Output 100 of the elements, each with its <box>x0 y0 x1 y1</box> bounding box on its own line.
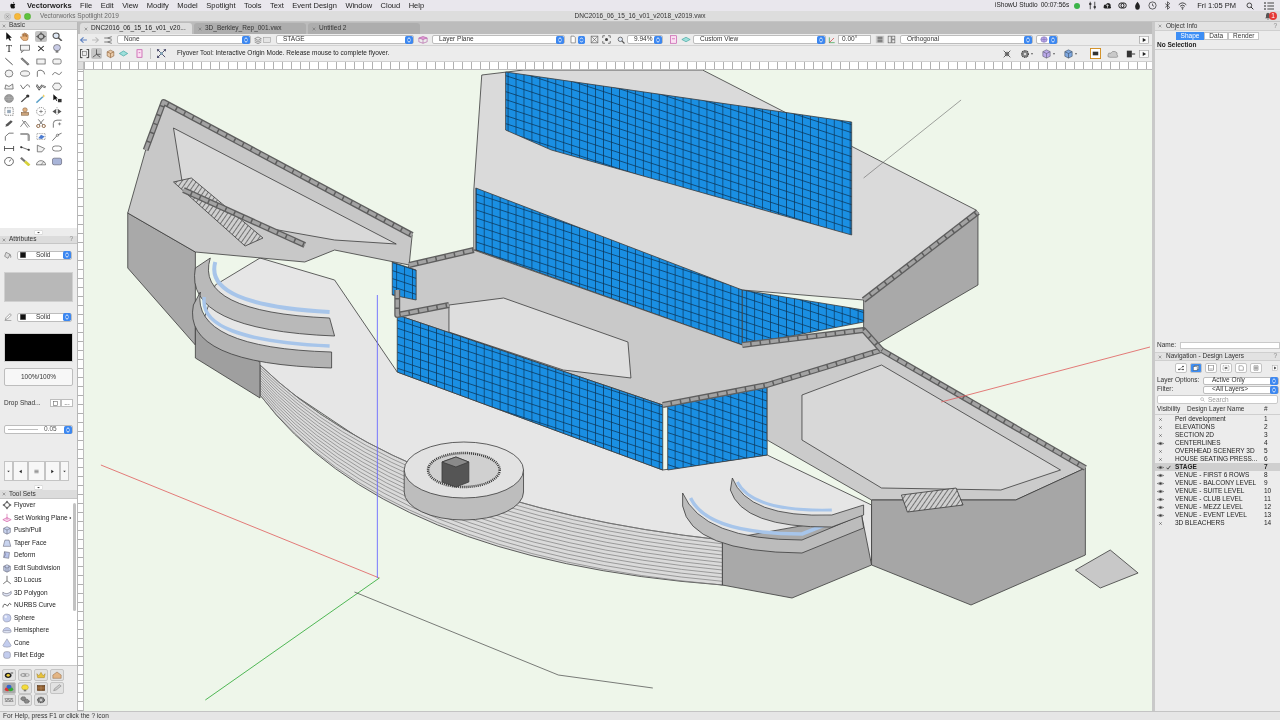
dropdown-caret-icon[interactable] <box>578 35 585 44</box>
framed-square-icon[interactable] <box>1090 48 1101 59</box>
pointer-arrow-icon[interactable] <box>3 30 15 42</box>
callout-icon[interactable] <box>19 43 31 55</box>
fillet-corner-icon[interactable] <box>51 118 63 130</box>
render-mode-dropdown[interactable] <box>1036 35 1058 44</box>
x-mark-icon[interactable] <box>1158 520 1163 526</box>
lightbulb-icon[interactable] <box>51 43 63 55</box>
cloud-icon[interactable] <box>1107 48 1119 59</box>
chamfer-corner-icon[interactable] <box>3 130 15 142</box>
crossed-arrows-icon[interactable] <box>156 48 167 59</box>
x-mark-icon[interactable] <box>1158 416 1163 422</box>
pointer-with-square-icon[interactable] <box>51 93 63 105</box>
collapse-handle-icon[interactable] <box>34 484 43 490</box>
cube-icon[interactable] <box>1063 48 1074 59</box>
joint-corner-icon[interactable] <box>19 130 31 142</box>
class-tree-icon[interactable] <box>103 35 113 44</box>
back-arrow-icon[interactable] <box>79 35 88 44</box>
check-icon[interactable] <box>1166 464 1171 470</box>
lined-square-icon[interactable] <box>875 35 885 44</box>
eye-icon[interactable] <box>1157 464 1164 470</box>
cloud-upload-icon[interactable] <box>1103 1 1113 10</box>
gears-icon[interactable] <box>18 694 32 706</box>
clip-icon[interactable] <box>35 130 47 142</box>
panel-outline-icon[interactable] <box>669 35 678 44</box>
dashed-frame-icon[interactable] <box>1220 363 1232 373</box>
rounded-frame-icon[interactable] <box>51 143 63 155</box>
sliders-icon[interactable] <box>1088 1 1098 10</box>
collapse-handle-icon[interactable] <box>34 229 43 235</box>
polygon-icon[interactable] <box>3 80 15 92</box>
scissors-icon[interactable] <box>35 118 47 130</box>
corner-marks-icon[interactable] <box>602 35 611 44</box>
fit-frame-icon[interactable] <box>590 35 599 44</box>
page-icon[interactable] <box>569 35 577 44</box>
bracketed-square-icon[interactable] <box>79 48 90 59</box>
sheet-icon[interactable] <box>1205 363 1217 373</box>
crate-icon[interactable] <box>34 681 48 694</box>
nav-button[interactable] <box>4 461 13 481</box>
rounded-box-icon[interactable] <box>51 155 63 167</box>
arc-icon[interactable] <box>35 68 47 80</box>
network-nodes-icon[interactable] <box>1175 363 1187 373</box>
close-icon[interactable] <box>2 492 6 496</box>
list-icon[interactable] <box>1264 1 1274 10</box>
apple-logo-icon[interactable] <box>9 1 17 10</box>
diagonal-line-icon[interactable] <box>3 55 15 67</box>
diamond-plane-icon[interactable] <box>118 48 129 59</box>
split-panes-icon[interactable] <box>887 35 896 44</box>
flashlight-icon[interactable] <box>19 155 31 167</box>
axis-tripod-icon[interactable] <box>91 48 102 59</box>
truss-icon[interactable] <box>2 694 16 706</box>
right-triangle-icon[interactable] <box>1272 365 1278 371</box>
cube-icon[interactable] <box>105 48 116 59</box>
crossing-lines-icon[interactable] <box>19 118 31 130</box>
mirror-icon[interactable] <box>51 105 63 117</box>
x-mark-icon[interactable] <box>1158 456 1163 462</box>
drop-shadow-toggle[interactable] <box>50 399 61 407</box>
pen-nib-icon[interactable] <box>3 118 15 130</box>
page-icon[interactable] <box>1235 363 1247 373</box>
orbit-arrows-icon[interactable] <box>35 30 47 42</box>
circle-icon[interactable] <box>3 68 15 80</box>
paint-bucket-icon[interactable] <box>4 251 12 259</box>
text-tool[interactable]: T <box>3 43 15 55</box>
plug-icon[interactable] <box>1126 48 1136 59</box>
magnifier-icon[interactable] <box>617 35 625 44</box>
wifi-icon[interactable] <box>1178 1 1188 10</box>
scrollbar-thumb[interactable] <box>73 503 76 611</box>
eye-icon[interactable] <box>1157 480 1164 486</box>
dotted-circle-icon[interactable] <box>35 105 47 117</box>
connect-lines-icon[interactable] <box>51 130 63 142</box>
clock-face-icon[interactable] <box>3 155 15 167</box>
x-mark-icon[interactable] <box>1158 424 1163 430</box>
rounded-rectangle-icon[interactable] <box>51 55 63 67</box>
textured-sphere-icon[interactable] <box>3 93 15 105</box>
eye-icon[interactable] <box>1157 512 1164 518</box>
magic-wand-icon[interactable] <box>35 93 47 105</box>
spotlight-fixture-icon[interactable] <box>2 669 16 681</box>
x-mark-icon[interactable] <box>1158 432 1163 438</box>
crosshair-icon[interactable] <box>1002 48 1012 59</box>
cube-icon[interactable] <box>1041 48 1052 59</box>
right-triangle-icon[interactable] <box>1139 35 1149 44</box>
zoom-button-icon[interactable] <box>24 12 31 20</box>
stacked-pages-icon[interactable] <box>1190 363 1202 373</box>
panel-outline-icon[interactable] <box>134 48 145 59</box>
eye-icon[interactable] <box>1157 504 1164 510</box>
drop-icon[interactable] <box>1133 1 1143 10</box>
close-icon[interactable] <box>1158 24 1162 28</box>
overlapping-rings-icon[interactable] <box>1118 1 1128 10</box>
nav-button[interactable] <box>13 461 28 481</box>
right-triangle-icon[interactable] <box>1139 49 1149 58</box>
eye-icon[interactable] <box>1157 472 1164 478</box>
eye-icon[interactable] <box>1157 488 1164 494</box>
nav-button[interactable] <box>60 461 69 481</box>
nav-button[interactable] <box>28 461 45 481</box>
eye-icon[interactable] <box>1157 496 1164 502</box>
hand-icon[interactable] <box>19 30 31 42</box>
x-mark-icon[interactable] <box>1158 448 1163 454</box>
name-field[interactable] <box>1180 341 1280 349</box>
oval-icon[interactable] <box>19 68 31 80</box>
nav-button[interactable] <box>45 461 60 481</box>
eye-icon[interactable] <box>1157 440 1164 446</box>
